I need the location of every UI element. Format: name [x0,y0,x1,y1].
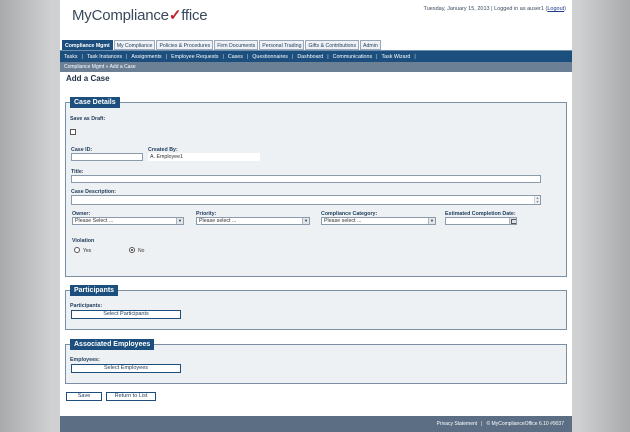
subnav-dashboard[interactable]: Dashboard [297,54,323,60]
resize-handle-icon[interactable]: ▲ ▼ [534,196,540,204]
subnav-tasks[interactable]: Tasks [64,54,78,60]
estimated-completion-date-input[interactable] [445,217,517,225]
save-as-draft-label: Save as Draft: [70,116,106,122]
subnav-separator: | [125,53,128,60]
subnav-separator: | [327,53,329,60]
select-employees-button[interactable]: Select Employees [71,364,181,373]
participants-section: Participants Participants: Select Partic… [65,285,567,330]
logged-in-label: | Logged in as [491,6,526,12]
subnav-employee-requests[interactable]: Employee Requests [171,54,218,60]
page-container: MyCompliance✓ffice Tuesday, January 15, … [60,0,572,432]
case-id-input[interactable] [71,153,143,161]
sub-navigation: Tasks | Task Instances | Assignments | Empl… [60,50,572,62]
participants-title: Participants [70,285,119,296]
logo-check-icon: ✓ [168,7,182,24]
title-input[interactable] [71,175,541,183]
owner-select-value: Please Select ... [75,218,114,224]
footer: Privacy Statement | © MyComplianceOffice 6… [60,416,572,432]
subnav-separator: | [291,53,294,60]
tab-admin[interactable]: Admin [360,40,381,50]
username: auser1 [527,6,544,12]
case-description-textarea[interactable]: ▲ ▼ [71,195,541,205]
return-to-list-button[interactable]: Return to List [106,392,156,401]
case-details-title: Case Details [70,97,120,108]
user-info: Tuesday, January 15, 2013 | Logged in as… [423,6,566,12]
participants-label: Participants: [70,303,103,309]
tab-personal-trading[interactable]: Personal Trading [259,40,305,50]
tab-my-compliance[interactable]: My Compliance [113,40,156,50]
subnav-questionnaires[interactable]: Questionnaires [252,54,288,60]
employees-label: Employees: [70,357,100,363]
subnav-task-instances[interactable]: Task Instances [87,54,122,60]
logo-text-a: MyCompliance [72,7,169,24]
tab-firm-documents[interactable]: Firm Documents [214,40,259,50]
main-tabs: Compliance Mgmt My Compliance Policies &… [62,40,381,50]
priority-select[interactable]: Please select ... ▼ [196,217,310,225]
select-participants-button[interactable]: Select Participants [71,310,181,319]
violation-no-radio[interactable] [129,247,135,253]
violation-label: Violation [72,238,95,244]
subnav-separator: | [414,53,416,60]
violation-yes-label: Yes [83,248,92,254]
compliance-category-select[interactable]: Please select ... ▼ [321,217,436,225]
save-button[interactable]: Save [66,392,102,401]
violation-yes-radio[interactable] [74,247,80,253]
logo-text-b: ffice [181,7,208,24]
save-as-draft-checkbox[interactable] [70,129,76,135]
subnav-separator: | [165,53,168,60]
logo: MyCompliance✓ffice [72,6,208,24]
associated-employees-section: Associated Employees Employees: Select E… [65,339,567,384]
privacy-statement-link[interactable]: Privacy Statement [437,421,478,427]
priority-select-value: Please select ... [199,218,237,224]
case-details-section: Case Details Save as Draft: Case ID: Cre… [65,97,567,277]
current-date: Tuesday, January 15, 2013 [423,6,490,12]
chevron-down-icon: ▼ [428,218,435,224]
owner-select[interactable]: Please Select ... ▼ [72,217,184,225]
created-by-value: A. Employee1 [148,153,260,161]
calendar-icon[interactable] [509,218,516,224]
chevron-down-icon: ▼ [302,218,309,224]
footer-separator: | [481,421,483,427]
tab-compliance-mgmt[interactable]: Compliance Mgmt [62,40,113,50]
violation-no-label: No [138,248,145,254]
subnav-separator: | [81,53,83,60]
tab-policies-procedures[interactable]: Policies & Procedures [156,40,214,50]
compliance-category-select-value: Please select ... [324,218,362,224]
page-title: Add a Case [66,74,110,83]
tab-gifts-contributions[interactable]: Gifts & Contributions [305,40,360,50]
logout-link[interactable]: Logout [547,6,564,12]
copyright-text: © MyComplianceOffice 6.10 #9037 [486,421,564,427]
subnav-separator: | [376,53,378,60]
chevron-down-icon: ▼ [176,218,183,224]
breadcrumb: Compliance Mgmt » Add a Case [60,62,572,72]
subnav-communications[interactable]: Communications [333,54,372,60]
subnav-assignments[interactable]: Assignments [131,54,161,60]
subnav-cases[interactable]: Cases [228,54,243,60]
subnav-separator: | [222,53,224,60]
associated-employees-title: Associated Employees [70,339,155,350]
subnav-separator: | [246,53,249,60]
subnav-task-wizard[interactable]: Task Wizard [381,54,410,60]
